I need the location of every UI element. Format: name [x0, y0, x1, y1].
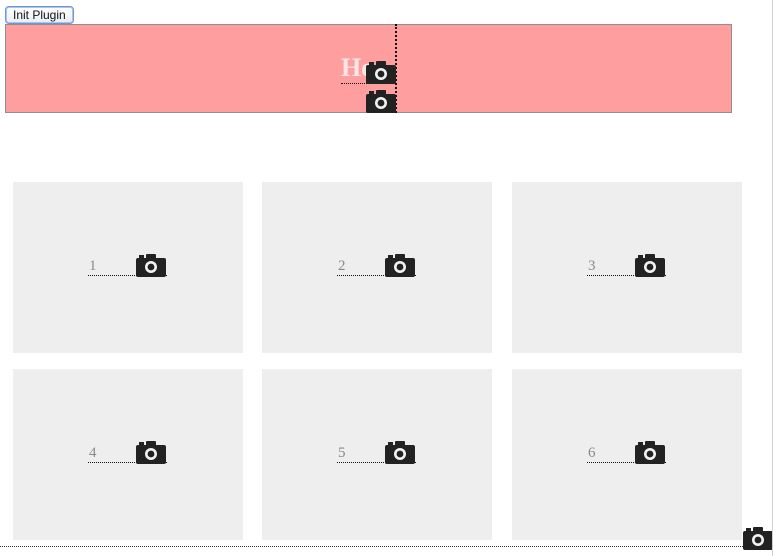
camera-icon[interactable]	[385, 253, 415, 277]
grid-card: 2	[262, 182, 492, 353]
card-number: 5	[338, 445, 346, 461]
camera-icon[interactable]	[366, 89, 396, 113]
card-number: 1	[89, 258, 97, 274]
card-number: 4	[89, 445, 97, 461]
grid-card: 1	[13, 182, 243, 353]
camera-icon[interactable]	[136, 440, 166, 464]
card-number: 2	[338, 258, 346, 274]
bottom-divider	[0, 546, 773, 547]
page: Init Plugin He 1 2 3 4 5 6	[0, 0, 773, 556]
grid-card: 5	[262, 369, 492, 540]
camera-icon[interactable]	[635, 440, 665, 464]
init-plugin-button[interactable]: Init Plugin	[5, 6, 74, 24]
camera-icon[interactable]	[136, 253, 166, 277]
banner-underline	[341, 83, 367, 84]
camera-icon[interactable]	[635, 253, 665, 277]
camera-icon[interactable]	[366, 60, 396, 84]
grid-card: 3	[512, 182, 742, 353]
grid-card: 6	[512, 369, 742, 540]
card-number: 6	[588, 445, 596, 461]
grid-card: 4	[13, 369, 243, 540]
card-number: 3	[588, 258, 596, 274]
camera-icon[interactable]	[743, 526, 773, 550]
camera-icon[interactable]	[385, 440, 415, 464]
